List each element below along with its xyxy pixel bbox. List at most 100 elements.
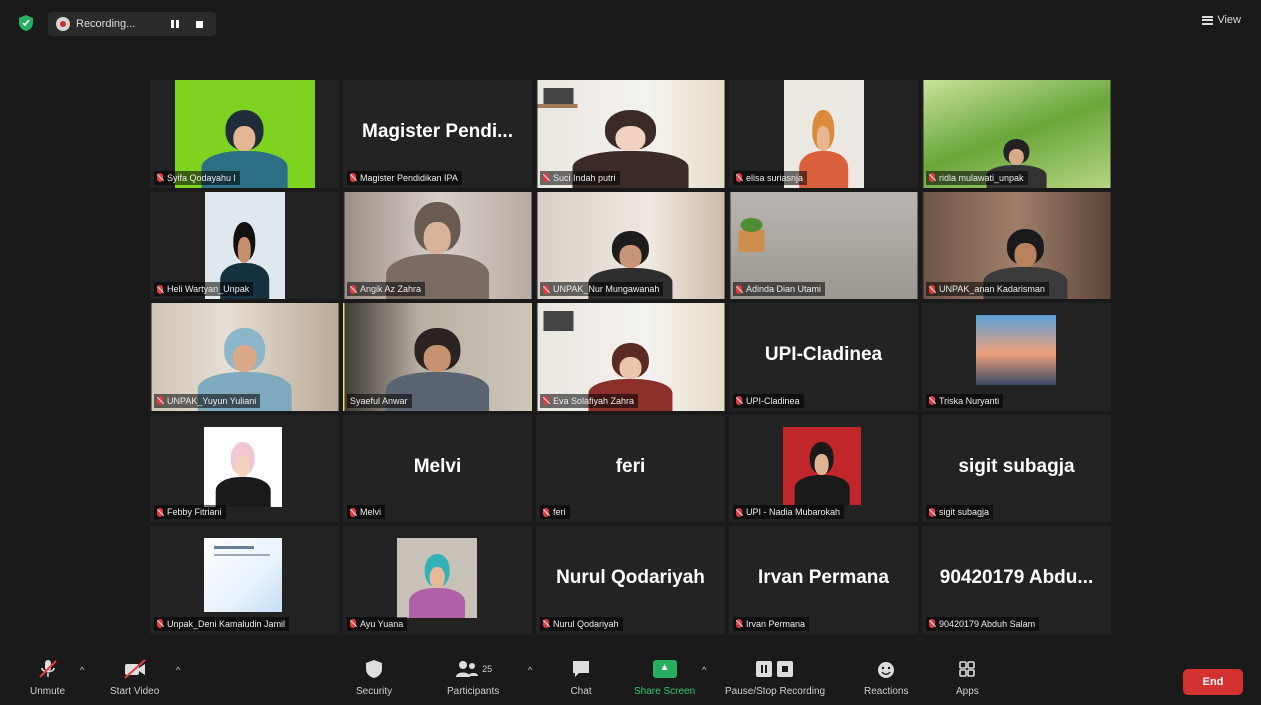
participant-display-name: Magister Pendi... [362,120,513,142]
pause-recording-button[interactable] [166,15,184,33]
participant-name-tag: Syifa Qodayahu l [154,170,240,185]
participants-button[interactable]: 25 Participants [447,657,499,697]
participant-tile[interactable]: UNPAK_Nur Mungawanah [536,191,725,300]
mic-muted-icon [543,396,549,406]
participant-display-name: Melvi [413,455,462,477]
mic-muted-icon [736,284,742,294]
participant-tile[interactable]: Adinda Dian Utami [729,191,918,300]
security-label: Security [356,686,393,697]
participant-display-name: Nurul Qodariyah [556,567,705,589]
participant-tile[interactable]: Nurul Qodariyah Nurul Qodariyah [536,526,725,634]
share-options-chevron-icon[interactable]: ^ [702,665,706,675]
participant-tile-active-speaker[interactable]: Syaeful Anwar [343,303,532,411]
participant-name-tag: UNPAK_anan Kadarisman [926,282,1049,297]
participant-name-tag: UPI - Nadia Mubarokah [733,505,845,520]
apps-icon [956,657,978,681]
participant-tile[interactable]: Triska Nuryanti [922,303,1111,411]
mic-muted-icon [929,396,935,406]
profile-picture [204,538,282,613]
apps-button[interactable]: Apps [956,657,979,697]
participant-display-name: UPI-Cladinea [764,344,883,366]
participant-tile[interactable]: Eva Solafiyah Zahra [536,303,725,411]
participant-tile[interactable]: UNPAK_anan Kadarisman [922,191,1111,300]
mic-muted-icon [157,507,163,517]
profile-picture [783,426,861,505]
chat-label: Chat [570,686,592,697]
stop-recording-button[interactable] [190,15,208,33]
start-video-button[interactable]: Start Video [110,657,159,697]
participant-tile[interactable]: sigit subagja sigit subagja [922,414,1111,523]
video-options-chevron-icon[interactable]: ^ [176,665,180,675]
participants-options-chevron-icon[interactable]: ^ [528,665,532,675]
participant-tile[interactable]: Melvi Melvi [343,414,532,523]
share-screen-button[interactable]: Share Screen [634,657,695,697]
participant-name-tag: sigit subagja [926,505,994,520]
gallery-view-grid: Syifa Qodayahu l Magister Pendi... Magis… [150,80,1111,634]
participant-tile[interactable]: elisa suriasnja [729,80,918,188]
unmute-button[interactable]: Unmute [30,657,65,697]
participant-display-name: 90420179 Abdu... [939,567,1094,589]
participant-tile[interactable]: Suci Indah putri [536,80,725,188]
mic-muted-icon [736,173,742,183]
mic-muted-icon [736,507,742,517]
participants-icon: 25 [454,657,492,681]
plant-leaves [740,217,762,232]
recording-indicator: Recording... [48,12,216,36]
participant-name-tag: Eva Solafiyah Zahra [540,393,639,408]
participant-name-tag: Melvi [347,505,386,520]
pause-stop-recording-button[interactable]: Pause/Stop Recording [725,657,825,697]
security-button[interactable]: Security [356,657,392,697]
mic-muted-icon [929,284,935,294]
unmute-label: Unmute [30,686,66,697]
profile-picture [397,538,477,619]
participant-tile[interactable]: Magister Pendi... Magister Pendidikan IP… [343,80,532,188]
smiley-icon [875,657,897,681]
security-shield-icon[interactable] [18,14,34,32]
mic-muted-icon [157,396,163,406]
mic-muted-icon [736,619,742,629]
stop-icon [195,20,203,28]
pause-stop-icon [755,657,795,681]
mic-muted-icon [350,507,356,517]
participant-name-tag: Angik Az Zahra [347,282,426,297]
participant-tile[interactable]: Heli Wartyan_Unpak [150,191,339,300]
mic-muted-icon [736,396,742,406]
pause-stop-recording-label: Pause/Stop Recording [725,686,826,697]
view-label: View [1217,14,1241,26]
participant-tile[interactable]: Unpak_Deni Kamaludin Jamil [150,526,339,634]
participant-name-tag: Nurul Qodariyah [540,616,623,631]
audio-options-chevron-icon[interactable]: ^ [80,665,84,675]
participant-display-name: sigit subagja [958,455,1075,477]
participant-name-tag: UNPAK_Yuyun Yuliani [154,393,261,408]
mic-muted-icon [543,619,549,629]
participant-tile[interactable]: Ayu Yuana [343,526,532,634]
participant-tile[interactable]: Irvan Permana Irvan Permana [729,526,918,634]
participant-tile[interactable]: UPI - Nadia Mubarokah [729,414,918,523]
participant-name-tag: Ayu Yuana [347,616,408,631]
view-button[interactable]: View [1202,14,1241,26]
participant-name-tag: 90420179 Abduh Salam [926,616,1040,631]
participant-tile[interactable]: 90420179 Abdu... 90420179 Abduh Salam [922,526,1111,634]
mic-muted-icon [929,507,935,517]
recording-icon [56,17,70,31]
end-meeting-button[interactable]: End [1183,669,1243,695]
participant-tile[interactable]: Febby Fitriani [150,414,339,523]
participant-tile[interactable]: UNPAK_Yuyun Yuliani [150,303,339,411]
meeting-top-bar: Recording... View [0,0,1261,48]
reactions-button[interactable]: Reactions [864,657,908,697]
recording-label: Recording... [76,18,136,30]
participant-name-tag: Febby Fitriani [154,505,226,520]
plant-pot [738,229,764,252]
participant-name-tag: Syaeful Anwar [347,393,412,408]
participant-tile[interactable]: ridla mulawati_unpak [922,80,1111,188]
participant-name-tag: Triska Nuryanti [926,393,1004,408]
mic-muted-icon [929,619,935,629]
participant-tile[interactable]: feri feri [536,414,725,523]
participant-tile[interactable]: Syifa Qodayahu l [150,80,339,188]
participant-name-tag: Suci Indah putri [540,170,620,185]
participant-name-tag: Heli Wartyan_Unpak [154,282,254,297]
participant-tile[interactable]: UPI-Cladinea UPI-Cladinea [729,303,918,411]
profile-picture [204,426,282,507]
chat-button[interactable]: Chat [570,657,592,697]
participant-tile[interactable]: Angik Az Zahra [343,191,532,300]
